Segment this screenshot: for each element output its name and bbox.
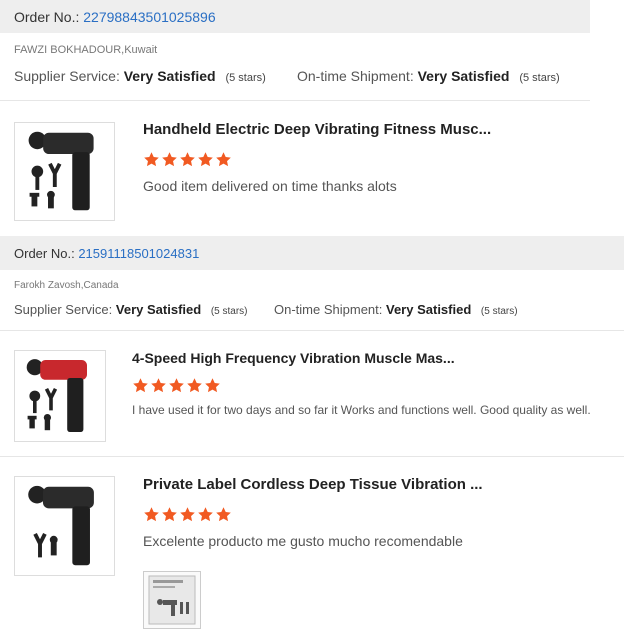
supplier-service-label: Supplier Service: xyxy=(14,68,120,84)
supplier-service-stars: (5 stars) xyxy=(225,72,266,84)
divider xyxy=(0,330,624,331)
star-icon xyxy=(197,506,214,523)
star-icon xyxy=(197,151,214,168)
shipment-rating: On-time Shipment: Very Satisfied (5 star… xyxy=(297,68,560,84)
supplier-service-value: Very Satisfied xyxy=(115,302,202,317)
shipment-value: Very Satisfied xyxy=(386,302,472,317)
shipment-stars: (5 stars) xyxy=(519,72,560,84)
supplier-service-rating: Supplier Service: Very Satisfied (5 star… xyxy=(14,68,266,84)
shipment-label: On-time Shipment: xyxy=(297,68,414,84)
order-bar: Order No.: 21591118501024831 xyxy=(0,236,624,270)
order-label: Order No.: xyxy=(14,245,75,261)
star-rating xyxy=(143,506,232,523)
divider xyxy=(0,100,590,101)
star-icon xyxy=(215,506,232,523)
product-thumbnail[interactable] xyxy=(14,122,115,221)
supplier-service-value: Very Satisfied xyxy=(123,68,216,84)
star-icon xyxy=(161,151,178,168)
star-icon xyxy=(132,377,149,394)
review-photo-thumbnail[interactable] xyxy=(143,571,201,629)
order-label: Order No.: xyxy=(14,8,80,25)
supplier-service-label: Supplier Service: xyxy=(14,302,113,317)
product-thumbnail[interactable] xyxy=(14,350,106,442)
product-title-link[interactable]: Handheld Electric Deep Vibrating Fitness… xyxy=(143,121,491,138)
star-icon xyxy=(168,377,185,394)
order-number-link[interactable]: 21591118501024831 xyxy=(78,246,199,261)
star-rating xyxy=(132,377,221,394)
star-icon xyxy=(179,151,196,168)
product-title-link[interactable]: Private Label Cordless Deep Tissue Vibra… xyxy=(143,476,483,493)
star-icon xyxy=(143,506,160,523)
shipment-label: On-time Shipment: xyxy=(274,302,383,317)
star-icon xyxy=(143,151,160,168)
star-icon xyxy=(204,377,221,394)
star-icon xyxy=(161,506,178,523)
star-icon xyxy=(150,377,167,394)
star-icon xyxy=(186,377,203,394)
supplier-service-rating: Supplier Service: Very Satisfied (5 star… xyxy=(14,302,247,317)
product-title-link[interactable]: 4-Speed High Frequency Vibration Muscle … xyxy=(132,350,455,366)
divider xyxy=(0,456,624,457)
star-icon xyxy=(179,506,196,523)
review-text: Good item delivered on time thanks alots xyxy=(143,178,397,194)
star-icon xyxy=(215,151,232,168)
shipment-value: Very Satisfied xyxy=(417,68,510,84)
shipment-rating: On-time Shipment: Very Satisfied (5 star… xyxy=(274,302,518,317)
shipment-stars: (5 stars) xyxy=(480,306,518,317)
order-number-link[interactable]: 22798843501025896 xyxy=(83,9,215,25)
buyer-name: FAWZI BOKHADOUR,Kuwait xyxy=(14,44,158,56)
star-rating xyxy=(143,151,232,168)
massage-gun-image xyxy=(26,359,87,432)
buyer-name: Farokh Zavosh,Canada xyxy=(14,280,119,291)
massage-gun-image xyxy=(28,131,94,211)
supplier-service-stars: (5 stars) xyxy=(210,306,248,317)
review-photo-image xyxy=(148,575,196,625)
product-thumbnail[interactable] xyxy=(14,476,115,576)
review-text: Excelente producto me gusto mucho recome… xyxy=(143,533,463,549)
order-bar: Order No.: 22798843501025896 xyxy=(0,0,590,33)
review-text: I have used it for two days and so far i… xyxy=(132,403,591,417)
massage-gun-image xyxy=(28,485,94,566)
